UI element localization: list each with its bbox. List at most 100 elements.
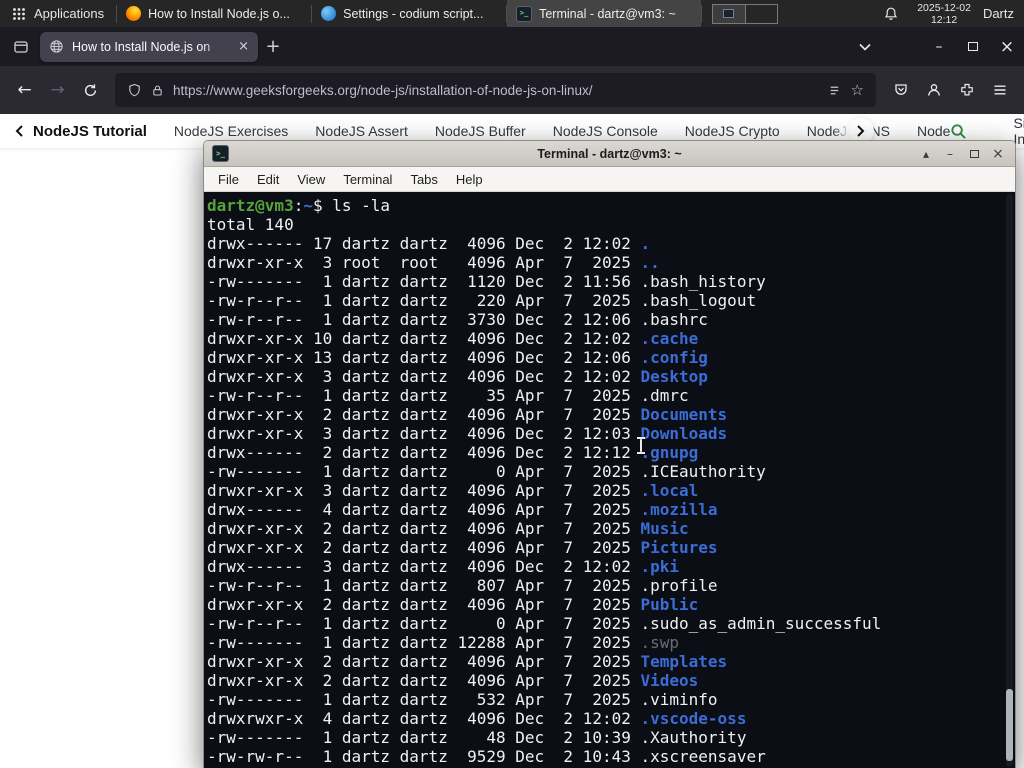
- file-entry-meta: drwxrwxr-x 4 dartz dartz 4096 Dec 2 12:0…: [207, 709, 641, 728]
- file-entry-meta: drwxr-xr-x 2 dartz dartz 4096 Apr 7 2025: [207, 595, 641, 614]
- gfg-nav-link[interactable]: NodeJS Buffer: [435, 123, 526, 139]
- file-entry-name: .bash_history: [640, 272, 766, 291]
- terminal-titlebar[interactable]: >_ Terminal - dartz@vm3: ~ ▴ – ×: [204, 141, 1015, 167]
- file-entry-name: .pki: [640, 557, 680, 576]
- taskbar-item-codium[interactable]: Settings - codium script...: [312, 0, 506, 27]
- terminal-output-line: -rw------- 1 dartz dartz 0 Apr 7 2025 .I…: [207, 462, 1015, 481]
- taskbar-item-terminal[interactable]: >_ Terminal - dartz@vm3: ~: [507, 0, 702, 27]
- notification-bell-icon[interactable]: [873, 6, 909, 22]
- minimize-button[interactable]: –: [941, 145, 959, 163]
- tab-close-icon[interactable]: ×: [238, 39, 249, 54]
- file-entry-name: .config: [640, 348, 708, 367]
- panel-clock[interactable]: 2025-12-02 12:12: [909, 2, 979, 26]
- close-button[interactable]: ×: [990, 32, 1024, 62]
- file-listing: drwx------ 17 dartz dartz 4096 Dec 2 12:…: [207, 234, 1015, 766]
- taskbar-item-firefox[interactable]: How to Install Node.js o...: [117, 0, 311, 27]
- file-entry-meta: -rw-r--r-- 1 dartz dartz 220 Apr 7 2025: [207, 291, 641, 310]
- extensions-icon[interactable]: [950, 74, 983, 106]
- firefox-view-icon[interactable]: [6, 33, 36, 61]
- terminal-output-line: drwx------ 3 dartz dartz 4096 Dec 2 12:0…: [207, 557, 1015, 576]
- scrollbar-thumb[interactable]: [1006, 689, 1013, 761]
- file-entry-meta: -rw-r--r-- 1 dartz dartz 807 Apr 7 2025: [207, 576, 641, 595]
- account-icon[interactable]: [917, 74, 950, 106]
- terminal-output-line: -rw------- 1 dartz dartz 12288 Apr 7 202…: [207, 633, 1015, 652]
- file-entry-name: .vscode-oss: [640, 709, 747, 728]
- gfg-nav-link[interactable]: NodeJS Exercises: [174, 123, 288, 139]
- maximize-icon: [968, 42, 978, 51]
- gfg-chevron-left-icon[interactable]: [14, 124, 24, 138]
- maximize-button[interactable]: [956, 32, 990, 62]
- terminal-output[interactable]: dartz@vm3:~$ ls -la total 140 drwx------…: [204, 192, 1015, 768]
- file-entry-name: .viminfo: [640, 690, 718, 709]
- typed-command: ls -la: [332, 196, 391, 215]
- menu-edit[interactable]: Edit: [248, 172, 288, 187]
- file-entry-name: ..: [640, 253, 660, 272]
- file-entry-name: .Xauthority: [640, 728, 747, 747]
- terminal-output-line: drwxr-xr-x 3 root root 4096 Apr 7 2025 .…: [207, 253, 1015, 272]
- scrollbar-track[interactable]: [1006, 194, 1013, 767]
- menu-file[interactable]: File: [209, 172, 248, 187]
- file-entry-meta: drwx------ 4 dartz dartz 4096 Apr 7 2025: [207, 500, 641, 519]
- browser-toolbar: ← → https://www.geeksforgeeks.org/node-j…: [0, 66, 1024, 114]
- list-tabs-chevron-icon[interactable]: [848, 32, 882, 62]
- reload-button[interactable]: [74, 74, 107, 106]
- file-entry-name: .cache: [640, 329, 699, 348]
- file-entry-meta: -rw------- 1 dartz dartz 12288 Apr 7 202…: [207, 633, 641, 652]
- maximize-button[interactable]: [965, 145, 983, 163]
- file-entry-name: .dmrc: [640, 386, 689, 405]
- terminal-output-line: drwxr-xr-x 3 dartz dartz 4096 Dec 2 12:0…: [207, 424, 1015, 443]
- file-entry-meta: drwxr-xr-x 3 dartz dartz 4096 Dec 2 12:0…: [207, 424, 641, 443]
- menu-terminal[interactable]: Terminal: [334, 172, 401, 187]
- file-entry-meta: drwxr-xr-x 10 dartz dartz 4096 Dec 2 12:…: [207, 329, 641, 348]
- gfg-nav-link[interactable]: NodeJS Crypto: [685, 123, 780, 139]
- bookmark-star-icon[interactable]: ☆: [851, 81, 864, 99]
- gfg-nav-link[interactable]: Node: [917, 123, 950, 139]
- panel-time: 12:12: [930, 13, 958, 26]
- file-entry-name: .xscreensaver: [640, 747, 766, 766]
- pocket-icon[interactable]: [884, 74, 917, 106]
- terminal-output-line: -rw-r--r-- 1 dartz dartz 220 Apr 7 2025 …: [207, 291, 1015, 310]
- gfg-nav-link[interactable]: NodeJS Assert: [315, 123, 408, 139]
- file-entry-meta: drwxr-xr-x 3 root root 4096 Apr 7 2025: [207, 253, 641, 272]
- workspace-1[interactable]: [713, 4, 746, 23]
- search-icon[interactable]: [950, 123, 967, 140]
- menu-tabs[interactable]: Tabs: [401, 172, 446, 187]
- tab-title: How to Install Node.js on: [72, 39, 211, 54]
- mouse-cursor-ibeam: [637, 437, 645, 454]
- applications-grid-icon: [12, 7, 26, 21]
- browser-tab-bar: How to Install Node.js on × + – ×: [0, 27, 1024, 66]
- terminal-output-line: drwxr-xr-x 3 dartz dartz 4096 Apr 7 2025…: [207, 481, 1015, 500]
- terminal-output-line: -rw------- 1 dartz dartz 1120 Dec 2 11:5…: [207, 272, 1015, 291]
- workspace-2[interactable]: [745, 4, 777, 23]
- panel-username: Dartz: [982, 6, 1014, 21]
- terminal-output-line: -rw-r--r-- 1 dartz dartz 807 Apr 7 2025 …: [207, 576, 1015, 595]
- desktop-panel: Applications How to Install Node.js o...…: [0, 0, 1024, 27]
- file-entry-meta: drwxr-xr-x 2 dartz dartz 4096 Apr 7 2025: [207, 519, 641, 538]
- terminal-output-line: drwxr-xr-x 2 dartz dartz 4096 Apr 7 2025…: [207, 538, 1015, 557]
- menu-help[interactable]: Help: [447, 172, 492, 187]
- new-tab-button[interactable]: +: [258, 33, 288, 61]
- file-entry-meta: -rw-r--r-- 1 dartz dartz 0 Apr 7 2025: [207, 614, 641, 633]
- terminal-window-controls: ▴ – ×: [917, 145, 1007, 163]
- menu-view[interactable]: View: [288, 172, 334, 187]
- applications-menu-button[interactable]: Applications: [0, 0, 116, 27]
- minimize-button[interactable]: –: [922, 32, 956, 62]
- back-button[interactable]: ←: [8, 74, 41, 106]
- gfg-nav-link[interactable]: NodeJS Console: [553, 123, 658, 139]
- file-entry-meta: drwxr-xr-x 2 dartz dartz 4096 Apr 7 2025: [207, 538, 641, 557]
- file-entry-meta: drwxr-xr-x 2 dartz dartz 4096 Apr 7 2025: [207, 405, 641, 424]
- browser-tab[interactable]: How to Install Node.js on ×: [40, 31, 258, 62]
- file-entry-name: .ICEauthority: [640, 462, 766, 481]
- reader-view-icon[interactable]: [827, 83, 842, 98]
- url-bar[interactable]: https://www.geeksforgeeks.org/node-js/in…: [115, 73, 876, 107]
- tracking-shield-icon[interactable]: [127, 83, 142, 98]
- gfg-nav-current[interactable]: NodeJS Tutorial: [33, 123, 147, 140]
- lock-icon[interactable]: [151, 84, 164, 97]
- forward-button[interactable]: →: [41, 74, 74, 106]
- file-entry-meta: -rw------- 1 dartz dartz 48 Dec 2 10:39: [207, 728, 641, 747]
- file-entry-meta: drwxr-xr-x 2 dartz dartz 4096 Apr 7 2025: [207, 671, 641, 690]
- menu-hamburger-icon[interactable]: [983, 74, 1016, 106]
- terminal-output-line: drwxr-xr-x 2 dartz dartz 4096 Apr 7 2025…: [207, 595, 1015, 614]
- close-button[interactable]: ×: [989, 145, 1007, 163]
- shade-button[interactable]: ▴: [917, 145, 935, 163]
